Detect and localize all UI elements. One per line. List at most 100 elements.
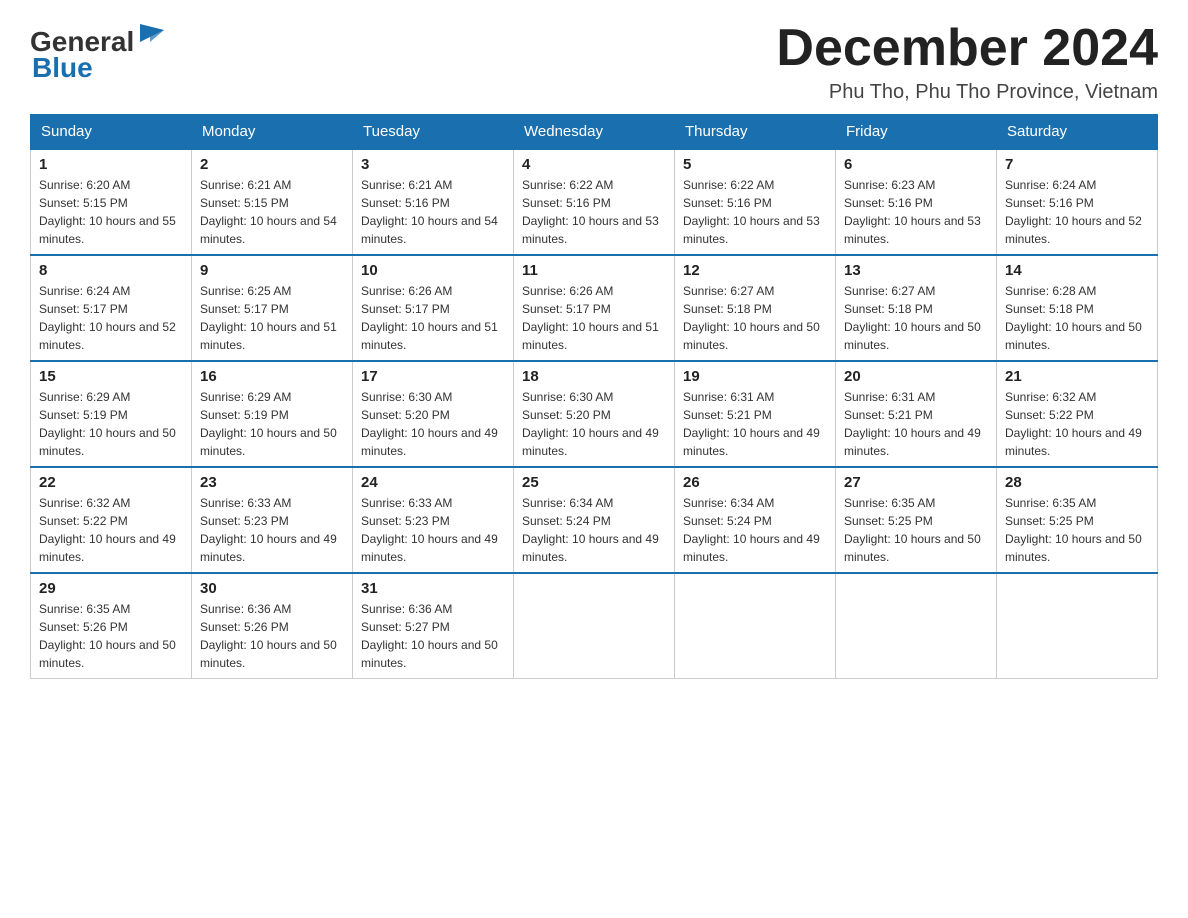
day-number: 19	[683, 368, 827, 385]
day-number: 9	[200, 262, 344, 279]
day-number: 16	[200, 368, 344, 385]
calendar-day-28: 28 Sunrise: 6:35 AMSunset: 5:25 PMDayligh…	[997, 467, 1158, 573]
day-number: 23	[200, 474, 344, 491]
day-info: Sunrise: 6:24 AMSunset: 5:16 PMDaylight:…	[1005, 176, 1149, 248]
calendar-header-row: SundayMondayTuesdayWednesdayThursdayFrid…	[31, 115, 1158, 150]
calendar-day-2: 2Sunrise: 6:21 AMSunset: 5:15 PMDaylight…	[192, 149, 353, 255]
day-number: 7	[1005, 156, 1149, 173]
day-number: 20	[844, 368, 988, 385]
day-number: 14	[1005, 262, 1149, 279]
calendar-day-29: 29 Sunrise: 6:35 AMSunset: 5:26 PMDayligh…	[31, 573, 192, 679]
day-info: Sunrise: 6:33 AMSunset: 5:23 PMDaylight:…	[200, 494, 344, 566]
page-header: General Blue December 2024 Phu Tho, Phu …	[30, 20, 1158, 104]
day-info: Sunrise: 6:26 AMSunset: 5:17 PMDaylight:…	[522, 282, 666, 354]
title-section: December 2024 Phu Tho, Phu Tho Province,…	[776, 20, 1158, 104]
day-info: Sunrise: 6:35 AMSunset: 5:26 PMDaylight:…	[39, 600, 183, 672]
day-number: 28	[1005, 474, 1149, 491]
day-info: Sunrise: 6:22 AMSunset: 5:16 PMDaylight:…	[683, 176, 827, 248]
day-number: 30	[200, 580, 344, 597]
calendar-day-9: 9 Sunrise: 6:25 AMSunset: 5:17 PMDaylight…	[192, 255, 353, 361]
logo-blue-text: Blue	[32, 52, 93, 84]
day-number: 26	[683, 474, 827, 491]
calendar-day-18: 18 Sunrise: 6:30 AMSunset: 5:20 PMDayligh…	[514, 361, 675, 467]
column-header-sunday: Sunday	[31, 115, 192, 150]
calendar-day-22: 22 Sunrise: 6:32 AMSunset: 5:22 PMDayligh…	[31, 467, 192, 573]
day-info: Sunrise: 6:36 AMSunset: 5:27 PMDaylight:…	[361, 600, 505, 672]
calendar-day-31: 31 Sunrise: 6:36 AMSunset: 5:27 PMDayligh…	[353, 573, 514, 679]
day-info: Sunrise: 6:23 AMSunset: 5:16 PMDaylight:…	[844, 176, 988, 248]
day-number: 1	[39, 156, 183, 173]
day-number: 18	[522, 368, 666, 385]
calendar-empty-cell	[514, 573, 675, 679]
calendar-day-12: 12Sunrise: 6:27 AMSunset: 5:18 PMDayligh…	[675, 255, 836, 361]
calendar-day-24: 24 Sunrise: 6:33 AMSunset: 5:23 PMDayligh…	[353, 467, 514, 573]
day-number: 10	[361, 262, 505, 279]
calendar-day-26: 26 Sunrise: 6:34 AMSunset: 5:24 PMDayligh…	[675, 467, 836, 573]
column-header-wednesday: Wednesday	[514, 115, 675, 150]
calendar-empty-cell	[675, 573, 836, 679]
calendar-day-10: 10Sunrise: 6:26 AMSunset: 5:17 PMDayligh…	[353, 255, 514, 361]
day-info: Sunrise: 6:34 AMSunset: 5:24 PMDaylight:…	[683, 494, 827, 566]
calendar-week-row-5: 29 Sunrise: 6:35 AMSunset: 5:26 PMDayligh…	[31, 573, 1158, 679]
day-info: Sunrise: 6:31 AMSunset: 5:21 PMDaylight:…	[844, 388, 988, 460]
day-info: Sunrise: 6:30 AMSunset: 5:20 PMDaylight:…	[361, 388, 505, 460]
day-number: 15	[39, 368, 183, 385]
day-info: Sunrise: 6:28 AMSunset: 5:18 PMDaylight:…	[1005, 282, 1149, 354]
column-header-monday: Monday	[192, 115, 353, 150]
day-info: Sunrise: 6:21 AMSunset: 5:16 PMDaylight:…	[361, 176, 505, 248]
day-info: Sunrise: 6:24 AMSunset: 5:17 PMDaylight:…	[39, 282, 183, 354]
location-text: Phu Tho, Phu Tho Province, Vietnam	[776, 81, 1158, 104]
calendar-day-23: 23 Sunrise: 6:33 AMSunset: 5:23 PMDayligh…	[192, 467, 353, 573]
calendar-day-21: 21 Sunrise: 6:32 AMSunset: 5:22 PMDayligh…	[997, 361, 1158, 467]
calendar-day-25: 25Sunrise: 6:34 AMSunset: 5:24 PMDayligh…	[514, 467, 675, 573]
calendar-day-13: 13 Sunrise: 6:27 AMSunset: 5:18 PMDayligh…	[836, 255, 997, 361]
calendar-week-row-4: 22 Sunrise: 6:32 AMSunset: 5:22 PMDayligh…	[31, 467, 1158, 573]
calendar-day-14: 14 Sunrise: 6:28 AMSunset: 5:18 PMDayligh…	[997, 255, 1158, 361]
day-number: 31	[361, 580, 505, 597]
calendar-day-11: 11 Sunrise: 6:26 AMSunset: 5:17 PMDayligh…	[514, 255, 675, 361]
day-info: Sunrise: 6:33 AMSunset: 5:23 PMDaylight:…	[361, 494, 505, 566]
day-info: Sunrise: 6:36 AMSunset: 5:26 PMDaylight:…	[200, 600, 344, 672]
calendar-day-15: 15 Sunrise: 6:29 AMSunset: 5:19 PMDayligh…	[31, 361, 192, 467]
day-number: 8	[39, 262, 183, 279]
day-number: 24	[361, 474, 505, 491]
day-number: 11	[522, 262, 666, 279]
calendar-day-5: 5Sunrise: 6:22 AMSunset: 5:16 PMDaylight…	[675, 149, 836, 255]
calendar-day-6: 6 Sunrise: 6:23 AMSunset: 5:16 PMDaylight…	[836, 149, 997, 255]
calendar-table: SundayMondayTuesdayWednesdayThursdayFrid…	[30, 114, 1158, 679]
day-info: Sunrise: 6:21 AMSunset: 5:15 PMDaylight:…	[200, 176, 344, 248]
day-number: 6	[844, 156, 988, 173]
calendar-day-1: 1 Sunrise: 6:20 AMSunset: 5:15 PMDaylight…	[31, 149, 192, 255]
day-number: 22	[39, 474, 183, 491]
calendar-week-row-3: 15 Sunrise: 6:29 AMSunset: 5:19 PMDayligh…	[31, 361, 1158, 467]
day-info: Sunrise: 6:32 AMSunset: 5:22 PMDaylight:…	[1005, 388, 1149, 460]
day-number: 13	[844, 262, 988, 279]
day-info: Sunrise: 6:29 AMSunset: 5:19 PMDaylight:…	[39, 388, 183, 460]
calendar-day-27: 27Sunrise: 6:35 AMSunset: 5:25 PMDayligh…	[836, 467, 997, 573]
day-info: Sunrise: 6:32 AMSunset: 5:22 PMDaylight:…	[39, 494, 183, 566]
day-info: Sunrise: 6:22 AMSunset: 5:16 PMDaylight:…	[522, 176, 666, 248]
day-info: Sunrise: 6:29 AMSunset: 5:19 PMDaylight:…	[200, 388, 344, 460]
day-info: Sunrise: 6:27 AMSunset: 5:18 PMDaylight:…	[844, 282, 988, 354]
day-number: 29	[39, 580, 183, 597]
calendar-day-3: 3Sunrise: 6:21 AMSunset: 5:16 PMDaylight…	[353, 149, 514, 255]
day-info: Sunrise: 6:20 AMSunset: 5:15 PMDaylight:…	[39, 176, 183, 248]
calendar-week-row-2: 8 Sunrise: 6:24 AMSunset: 5:17 PMDaylight…	[31, 255, 1158, 361]
calendar-empty-cell	[997, 573, 1158, 679]
day-info: Sunrise: 6:30 AMSunset: 5:20 PMDaylight:…	[522, 388, 666, 460]
calendar-day-30: 30 Sunrise: 6:36 AMSunset: 5:26 PMDayligh…	[192, 573, 353, 679]
calendar-day-16: 16 Sunrise: 6:29 AMSunset: 5:19 PMDayligh…	[192, 361, 353, 467]
calendar-day-8: 8 Sunrise: 6:24 AMSunset: 5:17 PMDaylight…	[31, 255, 192, 361]
column-header-thursday: Thursday	[675, 115, 836, 150]
day-info: Sunrise: 6:35 AMSunset: 5:25 PMDaylight:…	[1005, 494, 1149, 566]
calendar-day-19: 19Sunrise: 6:31 AMSunset: 5:21 PMDayligh…	[675, 361, 836, 467]
column-header-saturday: Saturday	[997, 115, 1158, 150]
month-title: December 2024	[776, 20, 1158, 77]
day-info: Sunrise: 6:27 AMSunset: 5:18 PMDaylight:…	[683, 282, 827, 354]
logo-flag-icon	[136, 20, 172, 56]
day-number: 21	[1005, 368, 1149, 385]
day-info: Sunrise: 6:35 AMSunset: 5:25 PMDaylight:…	[844, 494, 988, 566]
calendar-week-row-1: 1 Sunrise: 6:20 AMSunset: 5:15 PMDaylight…	[31, 149, 1158, 255]
day-info: Sunrise: 6:25 AMSunset: 5:17 PMDaylight:…	[200, 282, 344, 354]
calendar-day-4: 4Sunrise: 6:22 AMSunset: 5:16 PMDaylight…	[514, 149, 675, 255]
